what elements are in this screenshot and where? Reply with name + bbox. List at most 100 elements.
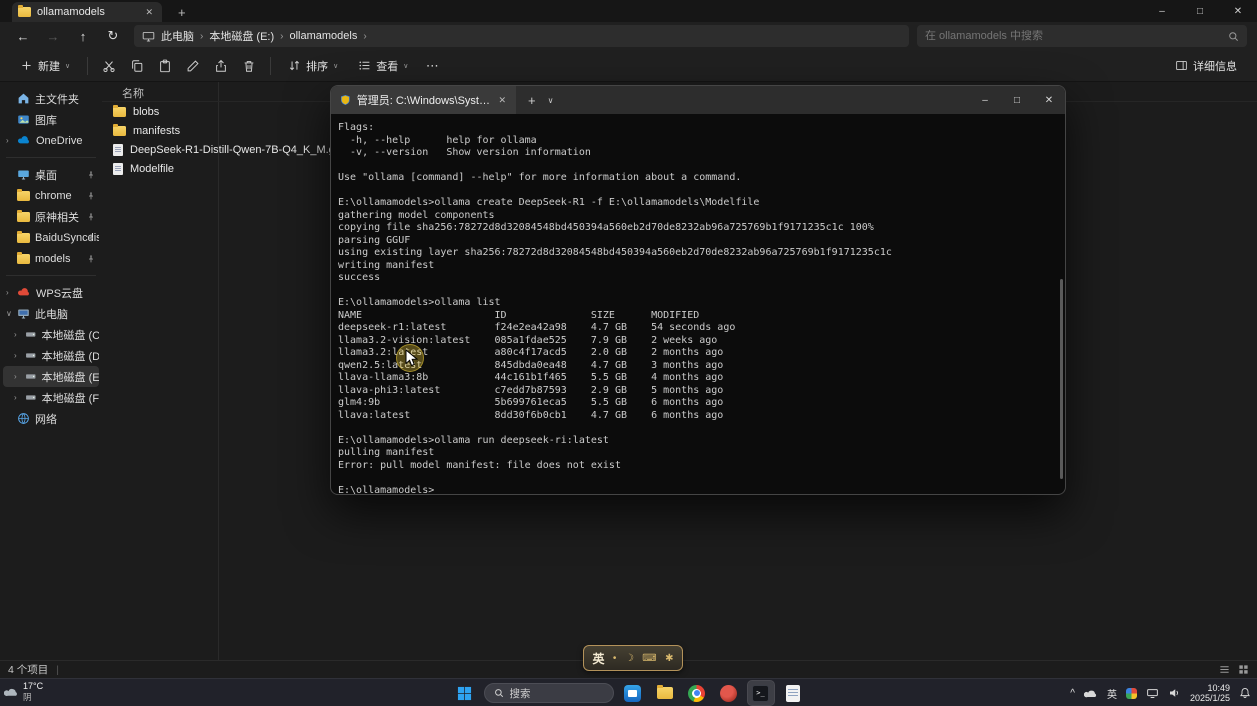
- breadcrumb-item-folder[interactable]: ollamamodels: [289, 30, 357, 42]
- minimize-button[interactable]: –: [1143, 0, 1181, 22]
- maximize-button[interactable]: □: [1181, 0, 1219, 22]
- breadcrumb-item-drive-e[interactable]: 本地磁盘 (E:): [209, 28, 274, 44]
- sidebar-item-drive-e[interactable]: › 本地磁盘 (E:): [3, 366, 99, 387]
- volume-tray-icon[interactable]: [1168, 687, 1181, 699]
- terminal-scrollbar[interactable]: [1060, 279, 1063, 479]
- close-button[interactable]: ✕: [1219, 0, 1257, 22]
- paste-button[interactable]: [153, 54, 177, 78]
- new-tab-button[interactable]: +: [172, 5, 192, 20]
- sidebar-item-gallery[interactable]: 图库: [3, 109, 99, 130]
- start-button[interactable]: [452, 681, 478, 705]
- large-icons-view-toggle[interactable]: [1238, 664, 1249, 675]
- breadcrumb-item-this-pc[interactable]: 此电脑: [161, 28, 194, 44]
- refresh-button[interactable]: ↻: [100, 28, 126, 44]
- delete-button[interactable]: [237, 54, 261, 78]
- sort-button[interactable]: 排序 ∨: [280, 54, 346, 78]
- terminal-output[interactable]: Flags: -h, --help help for ollama -v, --…: [338, 122, 1065, 494]
- taskbar-clock[interactable]: 10:49 2025/1/25: [1190, 683, 1230, 703]
- view-button[interactable]: 查看 ∨: [350, 54, 416, 78]
- drive-icon: [25, 328, 36, 341]
- ime-keyboard-icon[interactable]: ⌨: [642, 653, 656, 664]
- taskbar-terminal-button[interactable]: >_: [748, 681, 774, 705]
- taskbar-notepad-button[interactable]: [780, 681, 806, 705]
- chevron-right-icon[interactable]: ›: [6, 136, 14, 145]
- ime-halfmoon-icon[interactable]: ☽: [625, 653, 634, 664]
- sidebar-item-home[interactable]: 主文件夹: [3, 88, 99, 109]
- admin-shield-icon: [340, 94, 351, 106]
- chevron-right-icon[interactable]: ›: [14, 393, 22, 402]
- chevron-right-icon[interactable]: ›: [280, 31, 283, 42]
- sidebar-item-models[interactable]: models: [3, 248, 99, 269]
- share-button[interactable]: [209, 54, 233, 78]
- sidebar-item-genshin-folder[interactable]: 原神相关: [3, 206, 99, 227]
- sidebar-item-baidusyncdisk[interactable]: BaiduSyncdisk: [3, 227, 99, 248]
- terminal-window-controls: – □ ✕: [969, 86, 1065, 114]
- maximize-button[interactable]: □: [1001, 86, 1033, 114]
- ime-settings-icon[interactable]: ✱: [665, 653, 673, 664]
- chevron-right-icon[interactable]: ›: [14, 372, 22, 381]
- details-view-toggle[interactable]: [1219, 664, 1230, 675]
- sidebar-item-drive-f[interactable]: › 本地磁盘 (F:): [3, 387, 99, 408]
- taskbar-chrome-button[interactable]: [684, 681, 710, 705]
- back-button[interactable]: ←: [10, 29, 36, 44]
- terminal-new-tab-button[interactable]: +: [528, 93, 536, 108]
- explorer-search-box[interactable]: [917, 25, 1247, 47]
- rename-button[interactable]: [181, 54, 205, 78]
- taskbar-store-button[interactable]: [620, 681, 646, 705]
- cut-button[interactable]: [97, 54, 121, 78]
- network-tray-icon[interactable]: [1146, 687, 1159, 699]
- minimize-button[interactable]: –: [969, 86, 1001, 114]
- taskbar-file-explorer-button[interactable]: [652, 681, 678, 705]
- tray-overflow-chevron[interactable]: ^: [1070, 688, 1075, 699]
- network-icon: [17, 412, 30, 425]
- sidebar-item-network[interactable]: 网络: [3, 408, 99, 429]
- more-button[interactable]: ⋯: [420, 54, 444, 78]
- pin-icon: [87, 213, 95, 221]
- explorer-tab-title: ollamamodels: [37, 6, 105, 18]
- divider: [270, 57, 271, 75]
- chevron-right-icon[interactable]: ›: [14, 351, 22, 360]
- terminal-tab[interactable]: 管理员: C:\Windows\System32 ✕: [331, 86, 516, 114]
- chevron-right-icon[interactable]: ›: [6, 288, 14, 297]
- tab-close-icon[interactable]: ✕: [142, 7, 156, 18]
- ime-punctuation-icon[interactable]: •: [613, 653, 617, 664]
- chevron-right-icon[interactable]: ›: [363, 31, 366, 42]
- new-button[interactable]: 新建 ∨: [12, 54, 78, 78]
- explorer-tab[interactable]: ollamamodels ✕: [12, 2, 162, 22]
- view-toggles: [1219, 664, 1249, 675]
- system-tray: ^ 英 10:49 2025/1/25: [1070, 679, 1251, 706]
- tab-close-icon[interactable]: ✕: [496, 95, 508, 106]
- up-button[interactable]: ↑: [70, 29, 96, 44]
- clock-date: 2025/1/25: [1190, 693, 1230, 703]
- notification-bell-icon[interactable]: [1239, 687, 1251, 699]
- close-button[interactable]: ✕: [1033, 86, 1065, 114]
- sidebar-item-drive-d[interactable]: › 本地磁盘 (D:): [3, 345, 99, 366]
- sidebar-item-this-pc[interactable]: ∨ 此电脑: [3, 303, 99, 324]
- browser-icon: [720, 685, 737, 702]
- chevron-down-icon[interactable]: ∨: [6, 309, 14, 318]
- command-bar: 新建 ∨ 排序: [0, 50, 1257, 82]
- chevron-right-icon[interactable]: ›: [14, 330, 22, 339]
- ime-mode-indicator[interactable]: 英: [592, 650, 604, 667]
- sidebar-item-drive-c[interactable]: › 本地磁盘 (C:): [3, 324, 99, 345]
- sidebar-item-chrome-folder[interactable]: chrome: [3, 185, 99, 206]
- drive-icon: [25, 349, 36, 362]
- search-input[interactable]: [925, 30, 1228, 42]
- folder-icon: [17, 254, 30, 264]
- weather-widget[interactable]: 17°C 阴: [4, 681, 43, 703]
- chevron-right-icon[interactable]: ›: [200, 31, 203, 42]
- ime-toolbar[interactable]: 英 • ☽ ⌨ ✱: [583, 645, 683, 671]
- tray-app-icon[interactable]: [1126, 688, 1137, 699]
- ime-language-indicator[interactable]: 英: [1107, 686, 1117, 701]
- sidebar-item-desktop[interactable]: 桌面: [3, 164, 99, 185]
- terminal-tab-dropdown[interactable]: ∨: [548, 96, 554, 105]
- copy-button[interactable]: [125, 54, 149, 78]
- sidebar-item-onedrive[interactable]: › OneDrive: [3, 130, 99, 151]
- terminal-titlebar[interactable]: 管理员: C:\Windows\System32 ✕ + ∨ – □ ✕: [331, 86, 1065, 114]
- details-pane-button[interactable]: 详细信息: [1167, 54, 1245, 78]
- taskbar-search[interactable]: 搜索: [484, 683, 614, 703]
- sidebar-item-wps-cloud[interactable]: › WPS云盘: [3, 282, 99, 303]
- forward-button[interactable]: →: [40, 29, 66, 44]
- onedrive-tray-icon[interactable]: [1084, 688, 1098, 699]
- taskbar-browser-button[interactable]: [716, 681, 742, 705]
